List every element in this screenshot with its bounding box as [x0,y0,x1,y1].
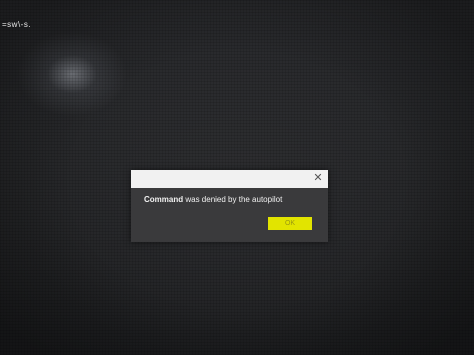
close-icon[interactable]: ✕ [312,172,324,185]
dialog-message: Command was denied by the autopilot [144,195,282,204]
autopilot-denied-dialog: ✕ Command was denied by the autopilot OK [131,170,328,242]
corner-status-text: =sw\-s. [2,20,32,29]
ok-button[interactable]: OK [268,217,312,230]
dialog-message-command: Command [144,195,184,204]
dialog-titlebar[interactable]: ✕ [131,170,328,188]
dialog-message-rest: was denied by the autopilot [183,195,283,204]
